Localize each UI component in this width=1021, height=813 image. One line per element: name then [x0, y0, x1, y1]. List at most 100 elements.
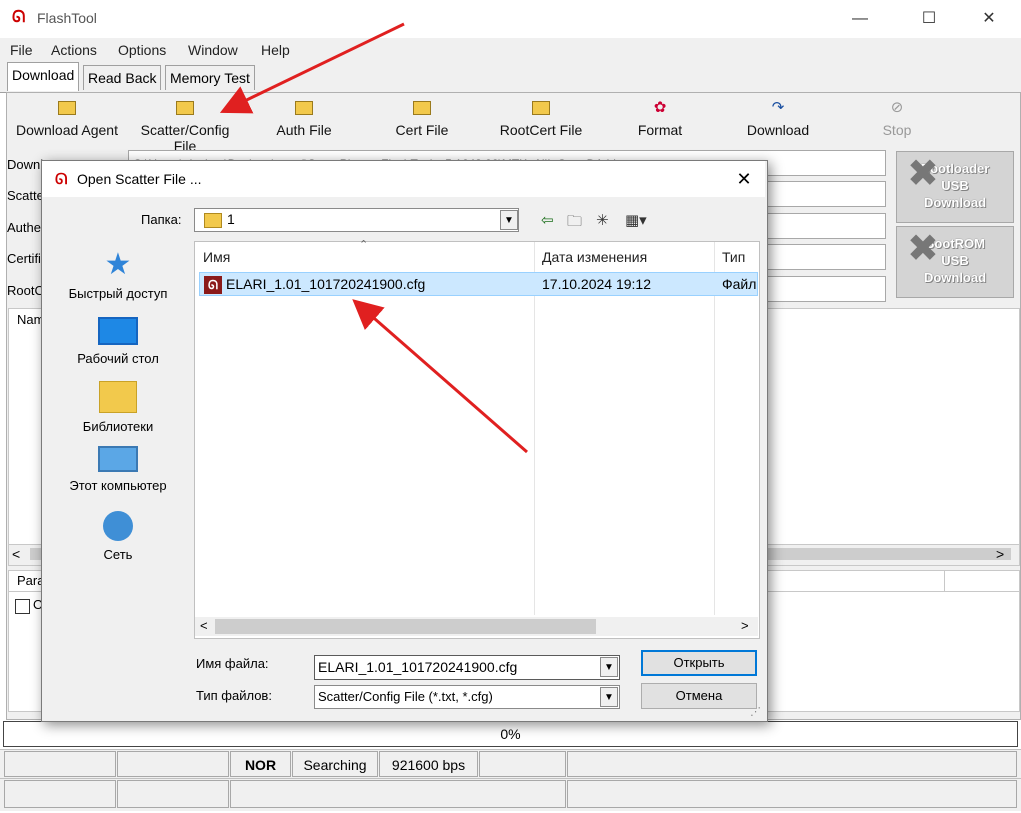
menu-actions[interactable]: Actions [51, 42, 97, 58]
stop-button[interactable]: ⊘ Stop [842, 98, 952, 138]
status-cell-empty-4 [567, 751, 1017, 777]
status-cell-empty-2 [117, 751, 229, 777]
status2-cell-2 [117, 780, 229, 808]
column-header-date-modified[interactable]: Дата изменения [542, 249, 647, 265]
cross-icon: ✖ [907, 228, 939, 270]
scroll-right-icon[interactable]: > [996, 546, 1004, 562]
download-agent-field-label: Downl [7, 157, 44, 172]
auth-file-button[interactable]: Auth File [249, 98, 359, 138]
folder-open-icon [294, 98, 314, 118]
download-arrow-icon: ↷ [771, 99, 785, 116]
format-button[interactable]: ✿ Format [605, 98, 715, 138]
status2-cell-4 [567, 780, 1017, 808]
tab-read-back[interactable]: Read Back [83, 65, 162, 90]
format-icon: ✿ [653, 99, 667, 116]
back-icon[interactable]: ⇦ [541, 211, 554, 229]
place-this-pc[interactable]: Этот компьютер [58, 446, 178, 493]
tab-download[interactable]: Download [7, 62, 80, 91]
status2-cell-3 [230, 780, 566, 808]
progress-bar: 0% [3, 721, 1018, 747]
bootloader-line-3: Download [923, 195, 987, 210]
rootcert-file-button[interactable]: RootCert File [486, 98, 596, 138]
column-header-name[interactable]: Имя [203, 249, 230, 265]
progress-text: 0% [500, 726, 521, 742]
flashtool-app-icon: ᘏ [55, 171, 68, 188]
open-button[interactable]: Открыть [641, 650, 757, 676]
place-network-label: Сеть [103, 547, 133, 562]
cert-field-label: Certifi [7, 251, 41, 266]
menu-help[interactable]: Help [261, 42, 290, 58]
network-globe-icon [103, 511, 133, 541]
file-name-combobox[interactable]: ELARI_1.01_101720241900.cfg [314, 655, 620, 680]
folder-icon [204, 213, 222, 228]
view-menu-icon[interactable]: ▦▾ [625, 211, 647, 229]
file-date: 17.10.2024 19:12 [542, 276, 651, 292]
stop-label: Stop [882, 122, 912, 138]
minimize-button[interactable]: — [837, 4, 883, 34]
close-button[interactable]: ✕ [966, 4, 1012, 34]
folder-open-icon [412, 98, 432, 118]
download-button[interactable]: ↷ Download [723, 98, 833, 138]
status-connection-state: Searching [292, 751, 378, 777]
scrollbar-thumb[interactable] [215, 619, 596, 634]
computer-icon [98, 446, 138, 472]
file-type-select[interactable]: Scatter/Config File (*.txt, *.cfg) [314, 685, 620, 709]
scroll-left-icon[interactable]: < [12, 546, 20, 562]
place-libraries[interactable]: Библиотеки [58, 381, 178, 434]
desktop-icon [98, 317, 138, 345]
scroll-right-icon[interactable]: > [741, 618, 749, 633]
status-baud-rate: 921600 bps [379, 751, 478, 777]
up-folder-icon[interactable]: 🗀 [567, 211, 582, 236]
chevron-down-icon[interactable]: ▼ [500, 210, 518, 230]
dialog-close-button[interactable]: ✕ [727, 166, 761, 192]
place-desktop[interactable]: Рабочий стол [58, 317, 178, 366]
place-libraries-label: Библиотеки [82, 419, 154, 434]
download-label: Download [746, 122, 810, 138]
place-network[interactable]: Сеть [58, 511, 178, 562]
config-file-icon: ᘏ [204, 276, 222, 294]
status-cell-empty-1 [4, 751, 116, 777]
folder-open-icon [531, 98, 551, 118]
menu-options[interactable]: Options [118, 42, 166, 58]
folder-open-icon [175, 98, 195, 118]
chevron-down-icon[interactable]: ▼ [600, 657, 618, 677]
file-name-label: Имя файла: [196, 656, 269, 671]
stop-icon: ⊘ [890, 99, 904, 116]
maximize-button[interactable]: ☐ [906, 4, 952, 34]
dialog-title: Open Scatter File ... [77, 171, 202, 187]
menu-file[interactable]: File [10, 42, 33, 58]
download-agent-button[interactable]: Download Agent [12, 98, 122, 138]
place-desktop-label: Рабочий стол [77, 351, 159, 366]
status-storage-type: NOR [230, 751, 291, 777]
scroll-left-icon[interactable]: < [200, 618, 208, 633]
window-title: FlashTool [37, 10, 97, 26]
bootrom-usb-download-button[interactable]: ✖ BootROM USB Download [896, 226, 1014, 298]
file-type: Файл [722, 276, 757, 292]
download-agent-label: Download Agent [16, 122, 118, 138]
cross-icon: ✖ [907, 153, 939, 195]
cert-file-button[interactable]: Cert File [367, 98, 477, 138]
auth-field-label: Authe [7, 220, 41, 235]
place-quick-access[interactable]: ★ Быстрый доступ [58, 250, 178, 302]
scatter-field-label: Scatte [7, 188, 44, 203]
rootcert-field-label: RootC [7, 283, 44, 298]
menu-window[interactable]: Window [188, 42, 238, 58]
place-quick-access-label: Быстрый доступ [68, 286, 168, 301]
flashtool-app-icon: ᘏ [12, 9, 26, 26]
resize-grip-icon[interactable]: ⋰ [750, 705, 761, 718]
scatter-config-file-button[interactable]: Scatter/Config File [130, 98, 240, 154]
chevron-down-icon[interactable]: ▼ [600, 687, 618, 707]
cert-file-label: Cert File [395, 122, 449, 138]
bootloader-usb-download-button[interactable]: ✖ Bootloader USB Download [896, 151, 1014, 223]
look-in-dropdown[interactable] [194, 208, 519, 232]
column-divider [714, 242, 715, 615]
parameter-checkbox[interactable] [15, 599, 30, 614]
cancel-button[interactable]: Отмена [641, 683, 757, 709]
column-divider [534, 242, 535, 615]
bootrom-line-3: Download [923, 270, 987, 285]
file-list[interactable] [194, 241, 760, 639]
column-divider [944, 571, 945, 591]
new-folder-icon[interactable]: ✳ [596, 211, 609, 229]
column-header-type[interactable]: Тип [722, 249, 745, 265]
tab-memory-test[interactable]: Memory Test [165, 65, 255, 90]
